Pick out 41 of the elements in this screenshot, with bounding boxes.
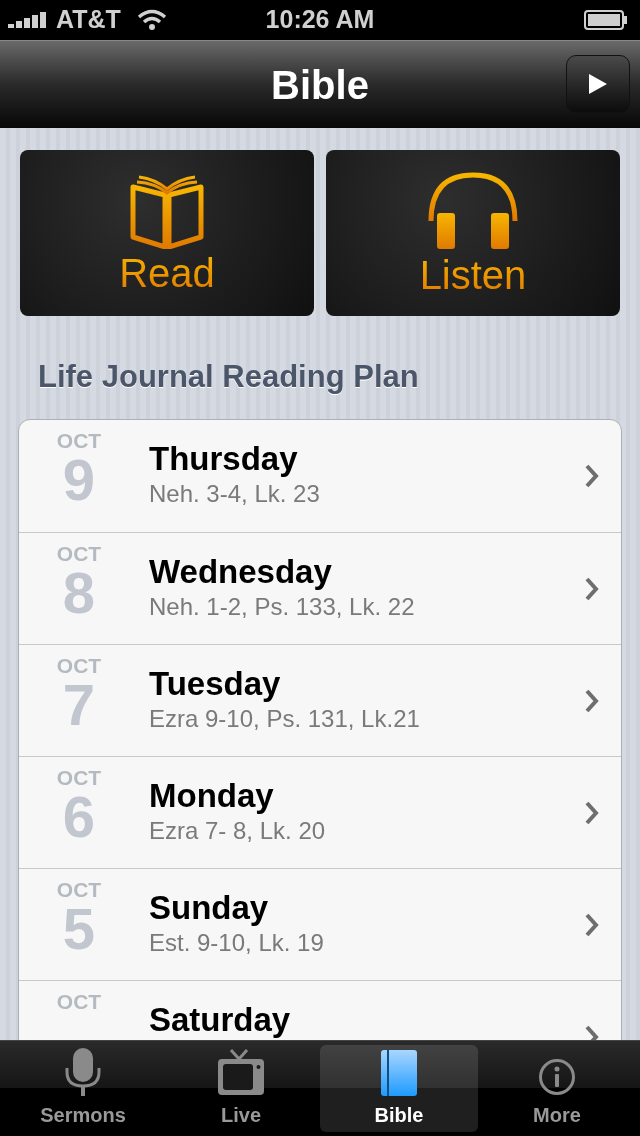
weekday-label: Saturday: [149, 999, 291, 1040]
microphone-icon: [65, 1048, 101, 1096]
signal-icon: [8, 12, 48, 28]
menu-tile[interactable]: Listen: [326, 150, 620, 316]
weekday-label: Tuesday: [149, 663, 282, 704]
play-icon: [589, 74, 607, 94]
nav-title: Bible: [271, 61, 369, 109]
passages-text: Ezra 9-10, Ps. 131, Lk.21: [149, 703, 420, 734]
month-label: OCT: [56, 429, 102, 451]
tab-item[interactable]: More: [478, 1045, 636, 1132]
month-label: OCT: [56, 990, 102, 1012]
tv-icon: [217, 1048, 265, 1096]
tab-item[interactable]: Bible: [320, 1045, 478, 1132]
battery-icon: [584, 10, 628, 30]
chevron-icon: [585, 688, 599, 713]
month-label: OCT: [56, 654, 102, 676]
carrier-name: AT&T: [56, 4, 121, 36]
chevron-icon: [585, 576, 599, 601]
tab-item[interactable]: Sermons: [4, 1045, 162, 1132]
menu-tile[interactable]: Read: [20, 150, 314, 316]
weekday-label: Sunday: [149, 887, 270, 928]
passages-text: Neh. 1-2, Ps. 133, Lk. 22: [149, 591, 415, 622]
month-label: OCT: [56, 878, 102, 900]
month-label: OCT: [56, 542, 102, 564]
passages-text: Neh. 3-4, Lk. 23: [149, 478, 320, 509]
weekday-label: Wednesday: [149, 551, 333, 592]
month-label: OCT: [56, 766, 102, 788]
chevron-icon: [585, 463, 599, 488]
wifi-icon: [136, 9, 167, 31]
tab-item[interactable]: Live: [162, 1045, 320, 1132]
book-icon: [381, 1050, 417, 1096]
passages-text: Est. 9-10, Lk. 19: [149, 927, 324, 958]
play-button[interactable]: [566, 55, 630, 113]
weekday-label: Thursday: [149, 438, 299, 479]
section-title: Life Journal Reading Plan: [38, 358, 420, 396]
chevron-icon: [585, 912, 599, 937]
chevron-icon: [585, 800, 599, 825]
weekday-label: Monday: [149, 775, 275, 816]
info-icon: [538, 1058, 576, 1096]
passages-text: Ezra 7- 8, Lk. 20: [149, 815, 326, 846]
status-time: 10:26 AM: [265, 4, 375, 36]
